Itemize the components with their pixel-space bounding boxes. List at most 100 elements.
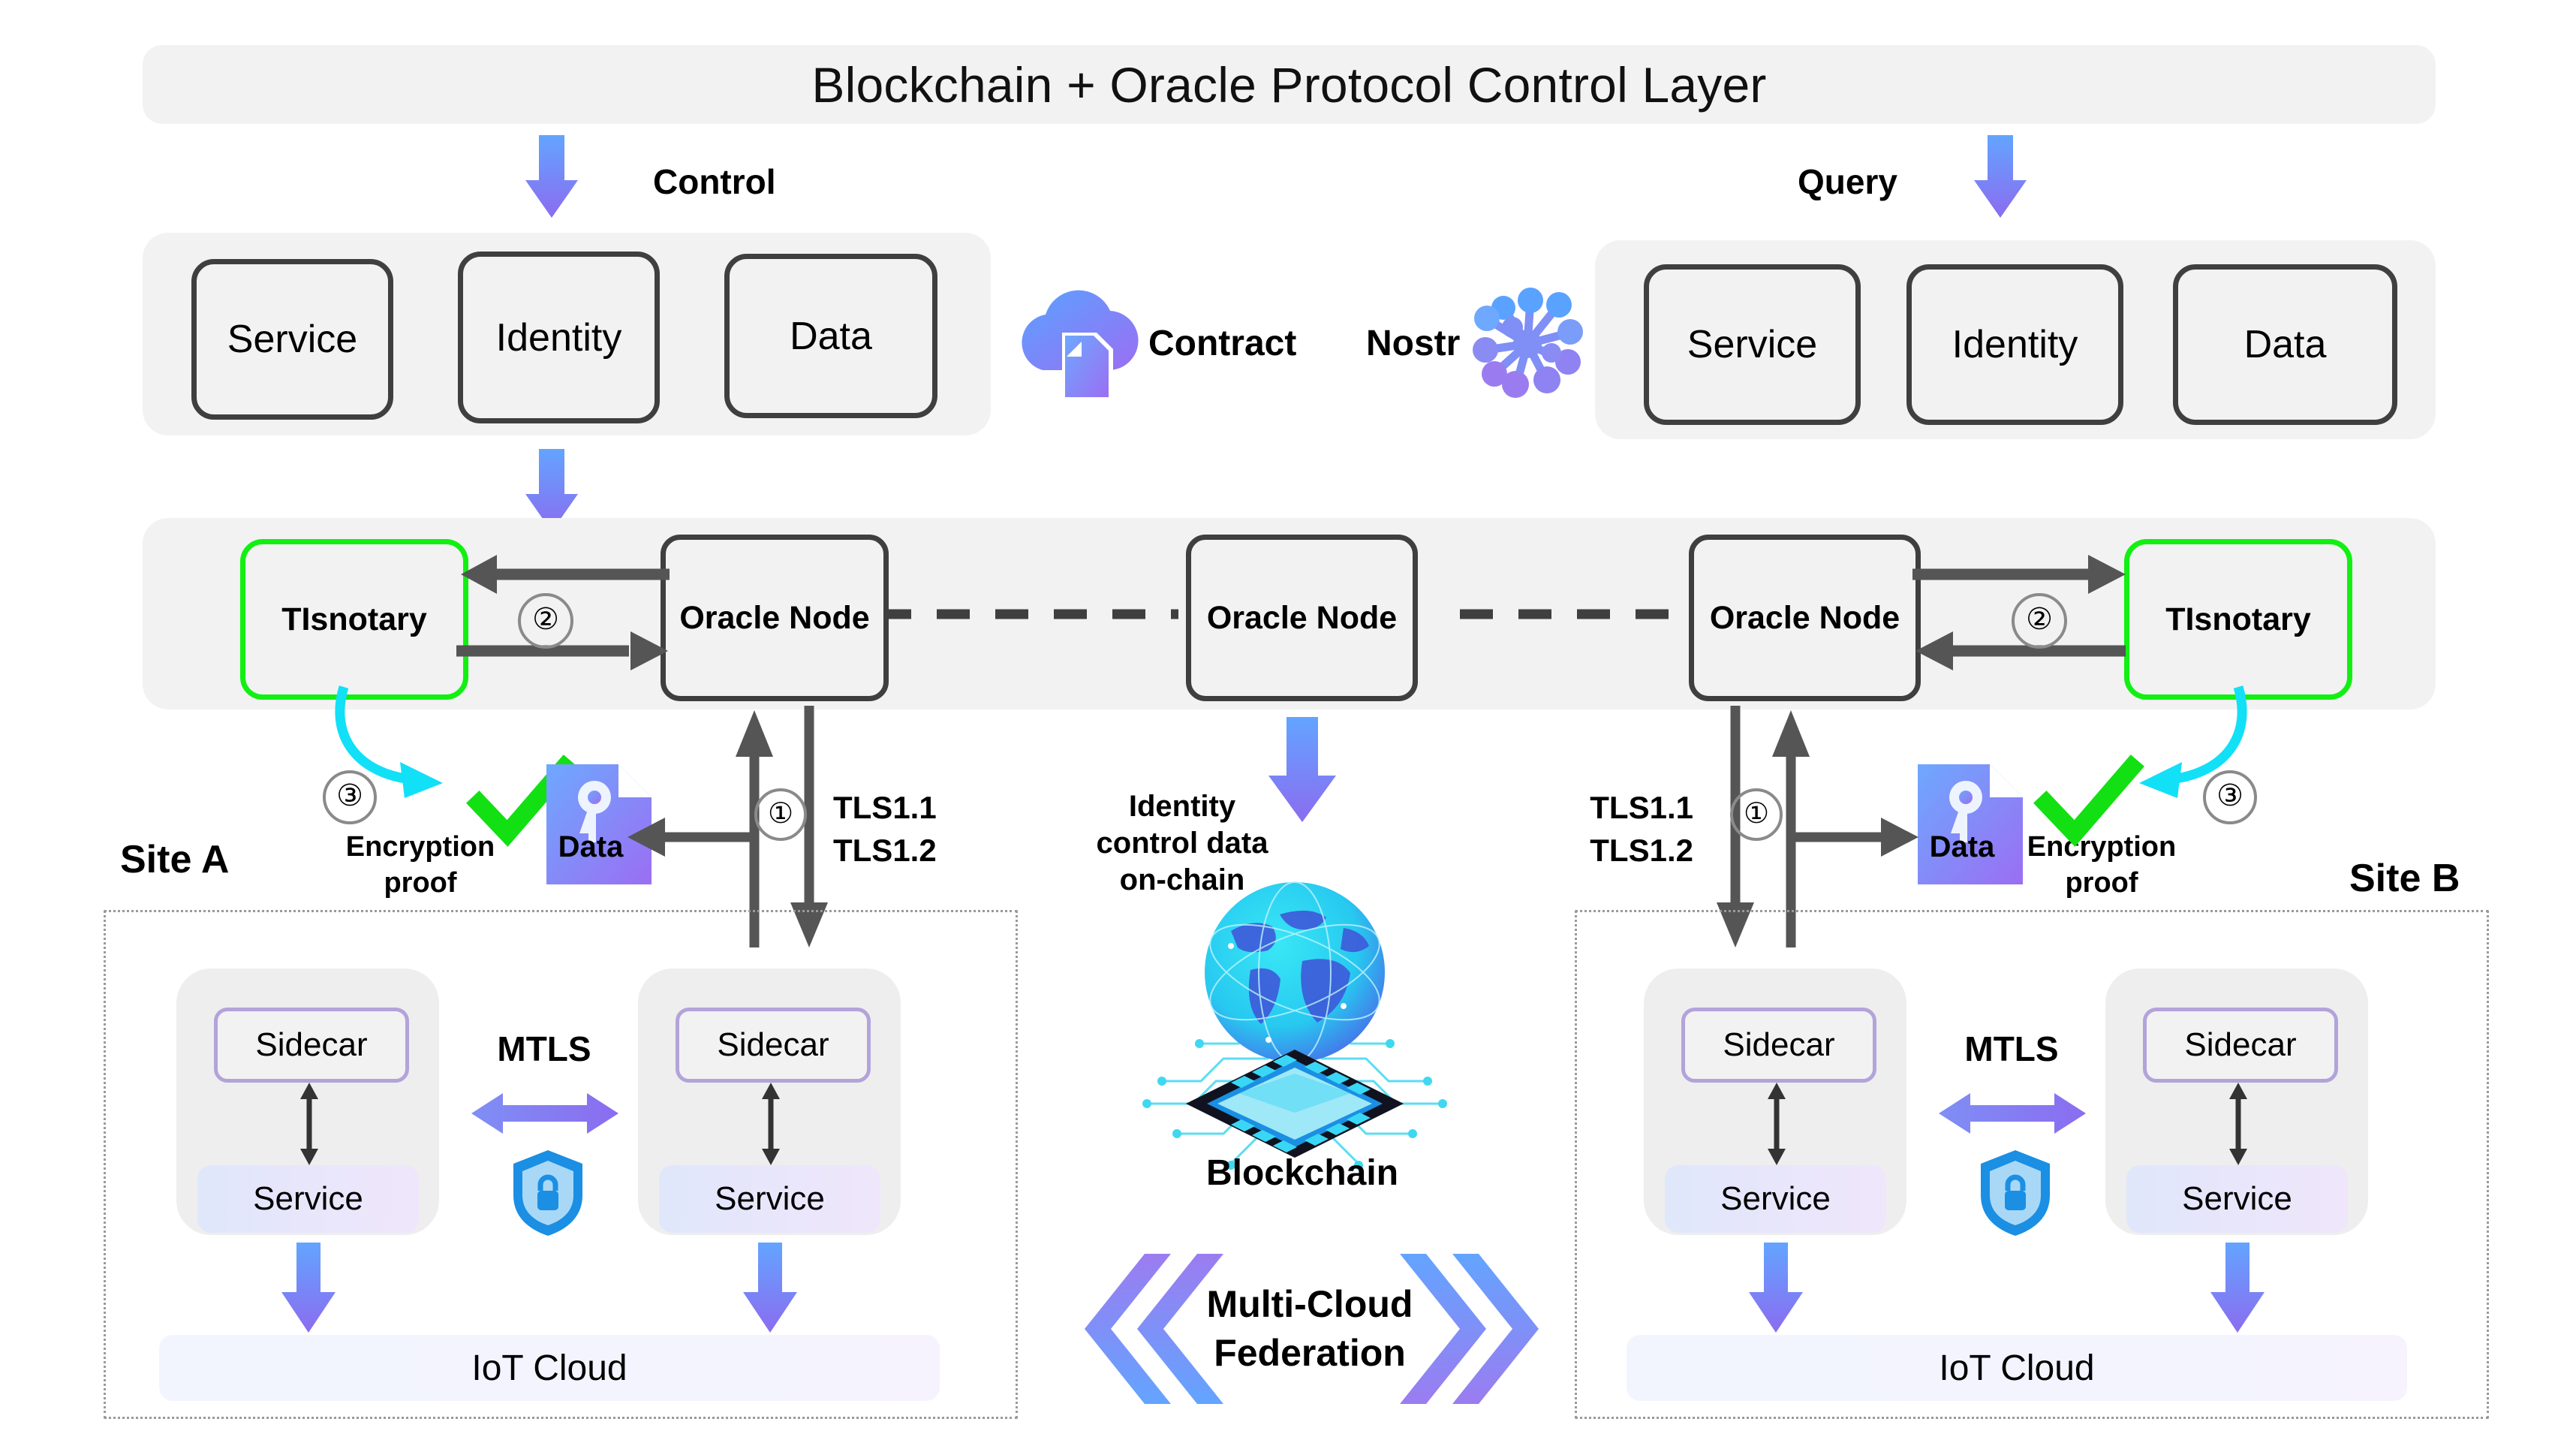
tls-versions-right: TLS1.1 TLS1.2 (1582, 787, 1693, 872)
control-layer-header: Blockchain + Oracle Protocol Control Lay… (143, 45, 2436, 124)
site-b-pod-1-sidecar-label: Sidecar (1723, 1026, 1835, 1063)
encryption-proof-right-line2: proof (2065, 866, 2138, 899)
site-b-iot-cloud-label: IoT Cloud (1939, 1348, 2095, 1388)
tls-left-line1: TLS1.1 (833, 790, 937, 825)
control-plane-panel-left: Service Identity Data (143, 233, 991, 435)
left-panel-item-identity-label: Identity (495, 315, 622, 360)
cloud-document-icon (1022, 290, 1139, 402)
site-a-pod-1-service-label: Service (253, 1180, 363, 1217)
site-a-pod-1-to-cloud-arrow (281, 1243, 336, 1333)
mtls-label-right: MTLS (1964, 1029, 2059, 1068)
control-label: Control (653, 162, 776, 201)
tlsnotary-right-label: TIsnotary (2165, 601, 2311, 637)
site-a-pod-1-sidecar-label: Sidecar (255, 1026, 368, 1063)
site-a-pod-1-service[interactable]: Service (197, 1165, 419, 1233)
query-arrow-down (1974, 135, 2027, 218)
right-panel-item-service-label: Service (1687, 323, 1818, 366)
page-title: Blockchain + Oracle Protocol Control Lay… (811, 56, 1767, 113)
step-1-right-text: ① (1743, 797, 1770, 830)
data-icon-label-left: Data (558, 830, 624, 863)
oracle-node-2[interactable]: Oracle Node (1186, 535, 1418, 701)
tls-left-line2: TLS1.2 (833, 832, 937, 868)
site-a-iot-cloud[interactable]: IoT Cloud (159, 1335, 940, 1401)
site-b-pod-2-sidecar-label: Sidecar (2184, 1026, 2297, 1063)
site-b-pod-2-service-label: Service (2182, 1180, 2292, 1217)
step-2-right-text: ② (2026, 603, 2053, 636)
site-a-pod-1-sidecar[interactable]: Sidecar (214, 1008, 409, 1083)
step-3-badge-right: ③ (2203, 770, 2257, 824)
oracle-node-1-label: Oracle Node (679, 599, 870, 636)
contract-label: Contract (1148, 324, 1297, 363)
right-panel-item-data[interactable]: Data (2173, 264, 2397, 425)
step-2-badge-right: ② (2012, 593, 2067, 649)
site-b-pod-1-to-cloud-arrow (1749, 1243, 1803, 1333)
globe-chip-icon (1142, 881, 1447, 1170)
mtls-biarrow-left (471, 1093, 618, 1134)
site-b-pod-2-biarrow (2229, 1083, 2247, 1165)
step-1-badge-left: ① (754, 788, 807, 841)
federation-label: Multi-Cloud Federation (1201, 1280, 1419, 1378)
site-a-pod-2: Sidecar Service (638, 969, 901, 1235)
site-b-pod-1-sidecar[interactable]: Sidecar (1681, 1008, 1876, 1083)
site-b-pod-2: Sidecar Service (2105, 969, 2368, 1235)
tlsnotary-left[interactable]: TIsnotary (240, 539, 468, 700)
site-a-pod-2-biarrow (762, 1083, 780, 1165)
tls-versions-left: TLS1.1 TLS1.2 (833, 787, 937, 872)
step-3-left-text: ③ (336, 779, 363, 812)
left-panel-item-data-label: Data (790, 314, 872, 358)
step-3-badge-left: ③ (323, 770, 377, 824)
left-panel-item-identity[interactable]: Identity (458, 252, 660, 423)
site-a-label: Site A (120, 838, 230, 881)
step-1-left-text: ① (767, 797, 794, 830)
encryption-proof-left-line2: proof (384, 866, 457, 899)
oracle-node-1[interactable]: Oracle Node (661, 535, 889, 701)
tlsnotary-left-label: TIsnotary (281, 601, 427, 637)
site-b-pod-1: Sidecar Service (1644, 969, 1906, 1235)
identity-onchain-line1: Identity (1128, 790, 1236, 823)
control-arrow-down (525, 135, 578, 218)
site-b-pod-1-service-label: Service (1720, 1180, 1831, 1217)
right-panel-item-data-label: Data (2243, 323, 2327, 366)
shield-lock-icon-left (513, 1150, 582, 1236)
federation-line1: Multi-Cloud (1206, 1283, 1413, 1325)
left-panel-item-service-label: Service (227, 318, 358, 361)
site-a-pod-2-service-label: Service (715, 1180, 825, 1217)
site-a-iot-cloud-label: IoT Cloud (471, 1348, 627, 1388)
query-label: Query (1798, 162, 1897, 201)
oracle-node-2-label: Oracle Node (1206, 599, 1398, 636)
right-panel-item-identity[interactable]: Identity (1906, 264, 2123, 425)
site-b-iot-cloud[interactable]: IoT Cloud (1627, 1335, 2407, 1401)
diagram-canvas: Blockchain + Oracle Protocol Control Lay… (0, 0, 2576, 1449)
network-nodes-icon (1473, 288, 1583, 398)
data-key-file-icon-left (546, 764, 652, 884)
site-a-pod-2-sidecar[interactable]: Sidecar (676, 1008, 871, 1083)
site-b-pod-2-service[interactable]: Service (2126, 1165, 2348, 1233)
right-panel-item-identity-label: Identity (1952, 323, 2078, 366)
left-panel-item-data[interactable]: Data (724, 254, 937, 418)
mtls-biarrow-right (1939, 1093, 2086, 1134)
tls-right-line1: TLS1.1 (1590, 790, 1693, 825)
tlsnotary-right[interactable]: TIsnotary (2124, 539, 2352, 700)
federation-line2: Federation (1214, 1332, 1406, 1374)
site-b-pod-1-biarrow (1768, 1083, 1786, 1165)
site-a-pod-2-sidecar-label: Sidecar (717, 1026, 829, 1063)
site-a-pod-1-biarrow (300, 1083, 318, 1165)
right-panel-item-service[interactable]: Service (1644, 264, 1861, 425)
control-plane-panel-right: Service Identity Data (1595, 240, 2436, 439)
step-2-badge-left: ② (518, 593, 573, 649)
shield-lock-icon-right (1981, 1150, 2050, 1236)
site-a-pod-1: Sidecar Service (176, 969, 439, 1235)
nostr-label: Nostr (1366, 324, 1461, 363)
step-1-badge-right: ① (1730, 788, 1783, 841)
left-panel-item-service[interactable]: Service (191, 259, 393, 420)
site-a-pod-2-service[interactable]: Service (659, 1165, 880, 1233)
double-chevron-right-icon (1400, 1254, 1539, 1404)
site-a-pod-2-to-cloud-arrow (743, 1243, 797, 1333)
site-b-pod-2-sidecar[interactable]: Sidecar (2143, 1008, 2338, 1083)
tls-right-line2: TLS1.2 (1590, 832, 1693, 868)
blockchain-label: Blockchain (1205, 1153, 1399, 1193)
step-3-right-text: ③ (2216, 779, 2243, 812)
green-check-icon-right (2033, 755, 2144, 847)
site-b-pod-1-service[interactable]: Service (1665, 1165, 1886, 1233)
oracle-node-3[interactable]: Oracle Node (1689, 535, 1921, 701)
